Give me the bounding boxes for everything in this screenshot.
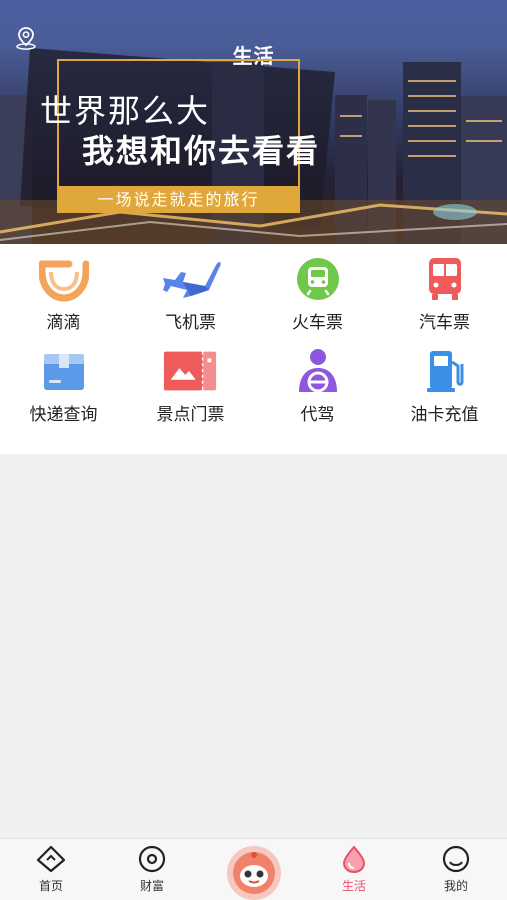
tab-label: 生活 [341, 879, 366, 893]
ticket-icon [163, 351, 216, 391]
service-label: 汽车票 [419, 313, 470, 333]
service-label: 油卡充值 [410, 405, 479, 425]
services-grid: 滴滴 飞机票 火车票 汽车票 快递查询 景点门票 代驾 油卡充值 [0, 244, 507, 454]
service-label: 火车票 [292, 313, 343, 333]
service-airplane[interactable]: 飞机票 [127, 256, 254, 333]
banner[interactable]: 生活 世界那么大 我想和你去看看 一场说走就走的旅行 [0, 0, 507, 244]
wealth-icon [138, 845, 166, 873]
drop-icon [342, 845, 366, 873]
train-icon [296, 258, 339, 300]
slogan-line-2: 我想和你去看看 [82, 132, 321, 170]
didi-icon [38, 260, 89, 302]
service-label: 代驾 [300, 405, 335, 425]
fuel-pump-icon [426, 351, 463, 392]
tab-wealth[interactable]: 财富 [112, 845, 192, 894]
service-express[interactable]: 快递查询 [0, 348, 127, 425]
package-icon [43, 354, 84, 390]
service-designated-driver[interactable]: 代驾 [254, 348, 381, 425]
bus-icon [428, 258, 461, 300]
tab-label: 我的 [443, 879, 468, 893]
tab-home[interactable]: 首页 [11, 845, 91, 894]
tab-label: 财富 [139, 879, 164, 893]
home-icon [36, 845, 66, 873]
service-label: 滴滴 [46, 313, 81, 333]
tab-life[interactable]: 生活 [314, 845, 394, 894]
service-label: 快递查询 [29, 405, 98, 425]
service-didi[interactable]: 滴滴 [0, 256, 127, 333]
service-label: 景点门票 [156, 405, 225, 425]
slogan-tagline: 一场说走就走的旅行 [57, 186, 300, 213]
tab-label: 首页 [38, 879, 63, 893]
service-train[interactable]: 火车票 [254, 256, 381, 333]
tab-mine[interactable]: 我的 [416, 845, 496, 894]
driver-icon [298, 349, 337, 393]
mascot-icon [233, 852, 275, 894]
center-mascot-button[interactable] [227, 846, 281, 900]
service-label: 飞机票 [165, 313, 216, 333]
service-ticket[interactable]: 景点门票 [127, 348, 254, 425]
service-fuel-card[interactable]: 油卡充值 [381, 348, 507, 425]
smile-icon [442, 845, 470, 873]
service-bus[interactable]: 汽车票 [381, 256, 507, 333]
airplane-icon [162, 262, 221, 298]
